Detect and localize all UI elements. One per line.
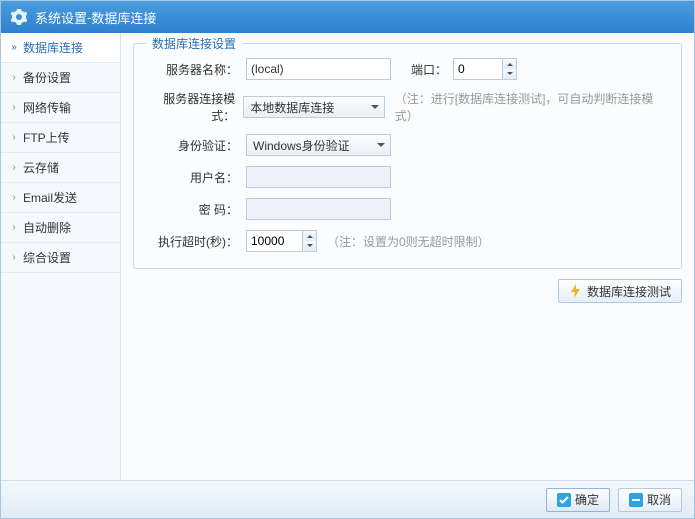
sidebar-item-ftp[interactable]: › FTP上传	[1, 123, 120, 153]
sidebar-item-label: 网络传输	[23, 99, 71, 116]
port-input[interactable]	[454, 59, 502, 79]
auth-label: 身份验证：	[146, 137, 246, 154]
pwd-label: 密 码：	[146, 201, 246, 218]
sidebar-item-backup[interactable]: › 备份设置	[1, 63, 120, 93]
sidebar-item-label: 自动删除	[23, 219, 71, 236]
chevron-right-icon: ›	[9, 72, 19, 83]
auth-select[interactable]: Windows身份验证	[246, 134, 391, 156]
chevron-right-icon: ›	[9, 162, 19, 173]
titlebar: 系统设置 - 数据库连接	[1, 1, 694, 33]
chevron-right-icon: ›	[9, 252, 19, 263]
user-label: 用户名：	[146, 169, 246, 186]
title-page: 数据库连接	[91, 8, 156, 27]
chevron-right-icon: »	[9, 42, 19, 53]
ok-label: 确定	[575, 491, 599, 508]
sidebar-item-cloud[interactable]: › 云存储	[1, 153, 120, 183]
spinner-up-icon[interactable]	[503, 59, 516, 69]
auth-value: Windows身份验证	[253, 137, 350, 154]
lightning-icon	[569, 284, 583, 298]
chevron-right-icon: ›	[9, 192, 19, 203]
mode-hint: （注：进行[数据库连接测试]，可自动判断连接模式）	[395, 90, 669, 124]
db-settings-panel: 数据库连接设置 服务器名称： 端口： 服务器连接模式： 本地数据库连接 （注：进…	[133, 43, 682, 269]
sidebar-item-label: 备份设置	[23, 69, 71, 86]
sidebar-item-label: 数据库连接	[23, 39, 83, 56]
chevron-right-icon: ›	[9, 132, 19, 143]
check-icon	[557, 493, 571, 507]
footer: 确定 取消	[1, 480, 694, 518]
user-input[interactable]	[246, 166, 391, 188]
sidebar-item-db[interactable]: » 数据库连接	[1, 33, 120, 63]
sidebar-item-label: 综合设置	[23, 249, 71, 266]
cancel-icon	[629, 493, 643, 507]
port-label: 端口：	[411, 61, 447, 78]
mode-select[interactable]: 本地数据库连接	[243, 96, 385, 118]
test-connection-button[interactable]: 数据库连接测试	[558, 279, 682, 303]
timeout-input[interactable]	[247, 231, 302, 251]
mode-label: 服务器连接模式：	[146, 90, 243, 124]
sidebar-item-autodelete[interactable]: › 自动删除	[1, 213, 120, 243]
cancel-button[interactable]: 取消	[618, 488, 682, 512]
sidebar: »数据库连接 ›备份设置 ›网络传输 ›FTP上传 ›云存储 ›Email发送 …	[1, 33, 121, 480]
pwd-input[interactable]	[246, 198, 391, 220]
spinner-up-icon[interactable]	[303, 231, 316, 241]
cancel-label: 取消	[647, 491, 671, 508]
sidebar-item-label: 云存储	[23, 159, 59, 176]
spinner-down-icon[interactable]	[503, 69, 516, 79]
chevron-right-icon: ›	[9, 222, 19, 233]
sidebar-item-email[interactable]: › Email发送	[1, 183, 120, 213]
timeout-spinner[interactable]	[246, 230, 317, 252]
sidebar-item-label: FTP上传	[23, 129, 70, 146]
server-input[interactable]	[246, 58, 391, 80]
chevron-right-icon: ›	[9, 102, 19, 113]
sidebar-item-label: Email发送	[23, 189, 77, 206]
sidebar-item-general[interactable]: › 综合设置	[1, 243, 120, 273]
gear-icon	[11, 9, 27, 25]
timeout-label: 执行超时(秒)：	[146, 233, 246, 250]
spinner-down-icon[interactable]	[303, 241, 316, 251]
panel-legend: 数据库连接设置	[146, 35, 242, 52]
ok-button[interactable]: 确定	[546, 488, 610, 512]
test-button-label: 数据库连接测试	[587, 283, 671, 300]
mode-value: 本地数据库连接	[250, 99, 334, 116]
timeout-hint: （注：设置为0则无超时限制）	[327, 233, 490, 250]
server-label: 服务器名称：	[146, 61, 246, 78]
title-app: 系统设置	[35, 8, 87, 27]
port-spinner[interactable]	[453, 58, 517, 80]
sidebar-item-network[interactable]: › 网络传输	[1, 93, 120, 123]
